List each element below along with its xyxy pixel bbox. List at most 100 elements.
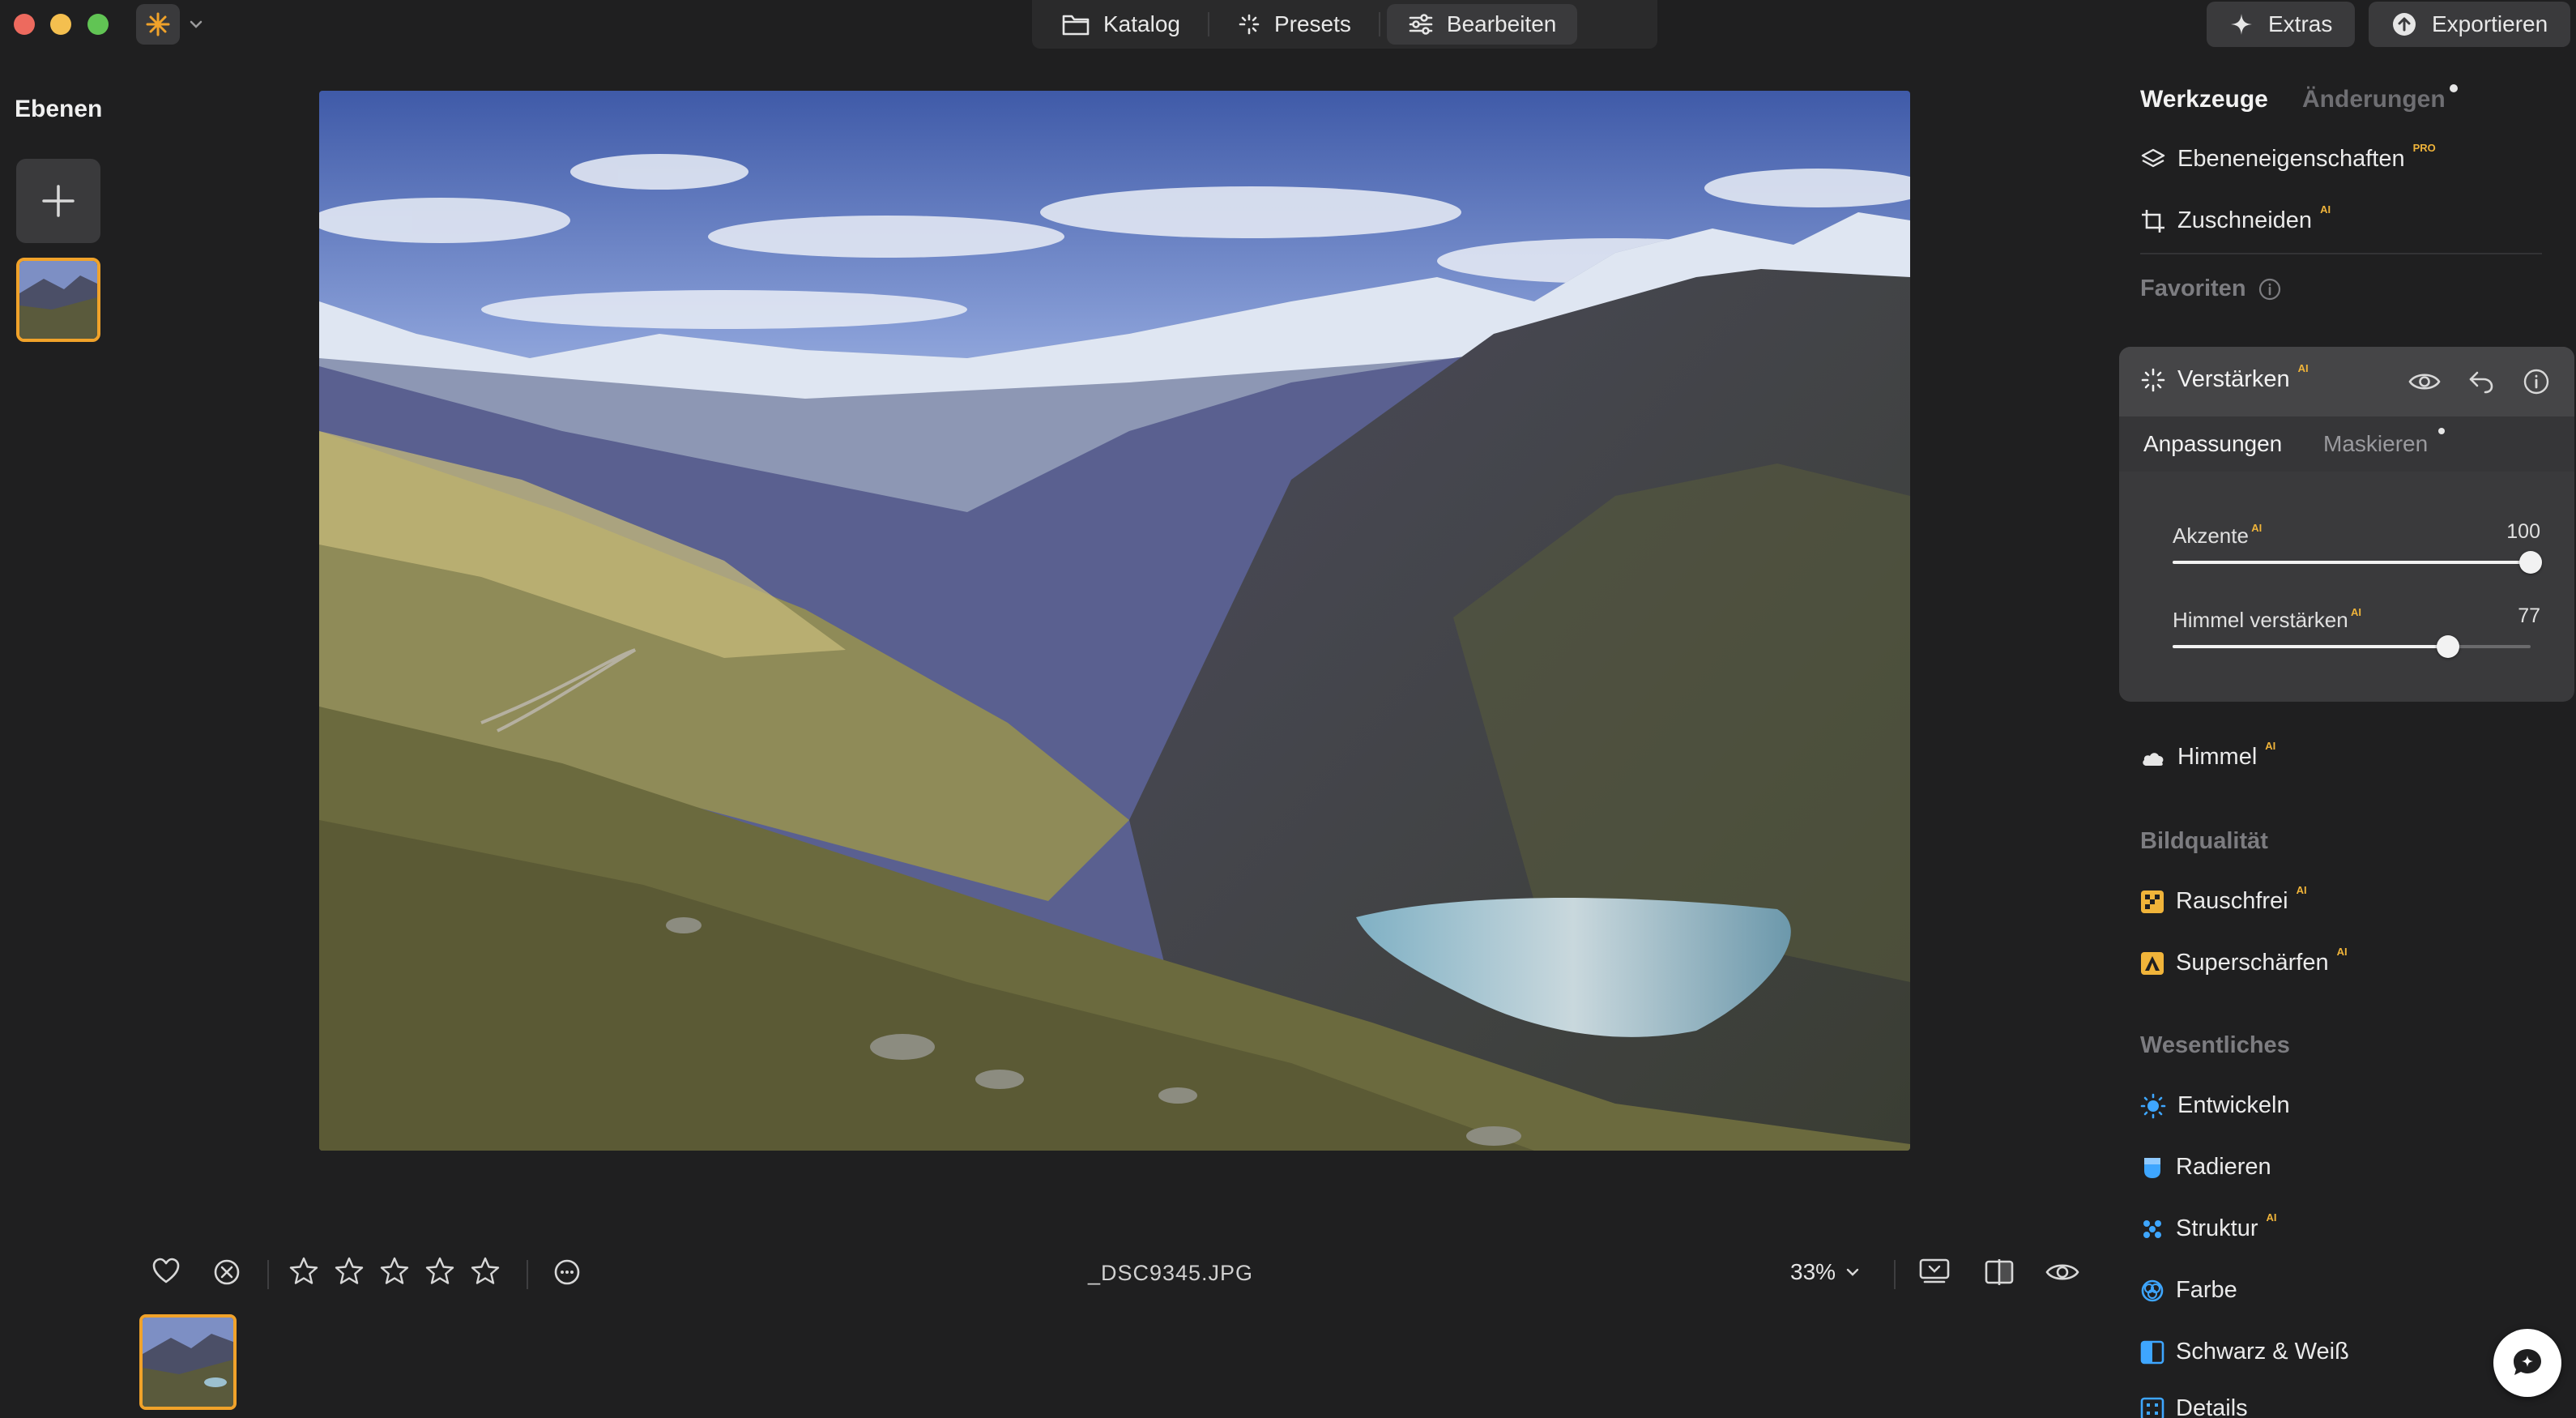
ai-badge: AI — [2336, 946, 2348, 958]
more-options-icon[interactable] — [552, 1258, 582, 1287]
chevron-down-icon — [1846, 1268, 1859, 1276]
tool-color[interactable]: Farbe — [2140, 1277, 2237, 1304]
star-rating[interactable] — [288, 1256, 501, 1287]
tool-noiseless[interactable]: Rauschfrei AI — [2140, 884, 2307, 915]
sparkle-icon — [1239, 14, 1260, 35]
favorites-section: Favoriten — [2140, 275, 2282, 302]
slider-sky-label: Himmel verstärken AI — [2173, 606, 2361, 632]
slider-sky-fill — [2173, 645, 2448, 648]
layer-thumbnail[interactable] — [16, 258, 100, 342]
minimize-window-button[interactable] — [50, 14, 71, 35]
toolbar-divider — [527, 1260, 528, 1289]
tool-layer-properties-label: Ebeneneigenschaften — [2177, 146, 2405, 172]
tool-sky[interactable]: Himmel AI — [2140, 740, 2275, 771]
pro-badge: PRO — [2412, 142, 2436, 154]
star-icon[interactable] — [424, 1256, 455, 1287]
tool-crop[interactable]: Zuschneiden AI — [2140, 203, 2331, 234]
sun-icon — [2140, 1093, 2166, 1118]
chat-support-button[interactable] — [2493, 1329, 2561, 1397]
slider-accents-handle[interactable] — [2519, 551, 2542, 574]
add-layer-button[interactable] — [16, 159, 100, 243]
mask-indicator-dot — [2438, 428, 2445, 434]
ai-badge: AI — [2350, 606, 2361, 618]
tool-erase-label: Radieren — [2176, 1154, 2271, 1180]
structure-icon — [2143, 1219, 2161, 1238]
tool-develop-label: Entwickeln — [2177, 1092, 2290, 1118]
enhance-subtabs: Anpassungen Maskieren — [2119, 416, 2574, 472]
tool-sky-label: Himmel — [2177, 744, 2258, 770]
black-white-icon — [2140, 1340, 2164, 1364]
zoom-dropdown[interactable]: 33% — [1790, 1259, 1860, 1285]
tab-edit-label: Bearbeiten — [1446, 11, 1557, 36]
upload-icon — [2393, 13, 2416, 36]
star-icon[interactable] — [470, 1256, 501, 1287]
tool-structure[interactable]: Struktur AI — [2140, 1211, 2277, 1242]
tool-details[interactable]: Details — [2140, 1395, 2248, 1418]
zoom-window-button[interactable] — [87, 14, 109, 35]
eraser-icon — [2144, 1157, 2160, 1178]
nav-divider — [1378, 12, 1380, 36]
sliders-icon — [1409, 14, 1433, 35]
star-icon[interactable] — [288, 1256, 319, 1287]
tool-crop-label: Zuschneiden — [2177, 207, 2313, 233]
chevron-down-icon[interactable] — [188, 16, 204, 32]
enhance-tool-header[interactable]: Verstärken AI — [2119, 347, 2574, 416]
eye-icon[interactable] — [2045, 1258, 2080, 1287]
star-icon[interactable] — [379, 1256, 410, 1287]
subtab-adjustments[interactable]: Anpassungen — [2143, 431, 2282, 457]
file-name: _DSC9345.JPG — [1087, 1261, 1254, 1285]
tab-changes[interactable]: Änderungen — [2302, 86, 2446, 113]
tool-noiseless-label: Rauschfrei — [2176, 888, 2288, 914]
tool-structure-label: Struktur — [2176, 1215, 2258, 1241]
reject-icon[interactable] — [212, 1258, 241, 1287]
export-button[interactable]: Exportieren — [2369, 2, 2571, 47]
changes-indicator-dot — [2450, 84, 2458, 92]
star-icon[interactable] — [334, 1256, 365, 1287]
heart-icon[interactable] — [151, 1256, 181, 1287]
toolbar-divider — [1894, 1260, 1896, 1289]
favorites-title: Favoriten — [2140, 275, 2246, 301]
zoom-value: 33% — [1790, 1259, 1836, 1284]
tool-layer-properties[interactable]: Ebeneneigenschaften PRO — [2140, 142, 2436, 173]
tool-details-label: Details — [2176, 1395, 2248, 1418]
enhance-title: Verstärken — [2177, 366, 2290, 392]
slider-sky-handle[interactable] — [2437, 635, 2459, 658]
slider-accents-value: 100 — [2506, 520, 2540, 543]
chat-icon — [2514, 1349, 2541, 1375]
tool-supersharp[interactable]: Superschärfen AI — [2140, 946, 2348, 976]
tool-erase[interactable]: Radieren — [2140, 1154, 2271, 1181]
close-window-button[interactable] — [14, 14, 35, 35]
tab-presets[interactable]: Presets — [1216, 4, 1372, 45]
nav-divider — [1207, 12, 1209, 36]
sun-burst-icon — [146, 12, 170, 36]
tool-black-white-label: Schwarz & Weiß — [2176, 1339, 2349, 1365]
layers-icon — [2141, 148, 2165, 167]
crop-icon — [2142, 209, 2164, 233]
extras-button[interactable]: Extras — [2207, 2, 2356, 47]
undo-icon[interactable] — [2467, 368, 2495, 395]
cloud-icon — [2143, 752, 2164, 766]
app-menu-button[interactable] — [136, 4, 180, 45]
info-icon[interactable] — [2523, 368, 2550, 395]
sparkle-star-icon — [2231, 14, 2252, 35]
section-image-quality: Bildqualität — [2140, 828, 2268, 854]
eye-icon[interactable] — [2408, 368, 2442, 395]
subtab-mask[interactable]: Maskieren — [2323, 431, 2428, 457]
ai-badge: AI — [2251, 522, 2263, 534]
filmstrip-toggle-icon[interactable] — [1918, 1258, 1951, 1287]
main-photo[interactable] — [319, 91, 1910, 1151]
tab-catalog[interactable]: Katalog — [1040, 4, 1201, 45]
folder-icon — [1062, 15, 1090, 36]
tab-edit[interactable]: Bearbeiten — [1386, 4, 1578, 45]
ai-badge: AI — [2265, 740, 2276, 752]
compare-icon[interactable] — [1983, 1258, 2015, 1287]
filmstrip-thumbnail[interactable] — [139, 1314, 237, 1410]
slider-sky-value: 77 — [2518, 604, 2540, 627]
ai-badge: AI — [2297, 362, 2309, 374]
tool-black-white[interactable]: Schwarz & Weiß — [2140, 1339, 2349, 1365]
toolbar-divider — [267, 1260, 269, 1289]
info-icon[interactable] — [2258, 277, 2282, 301]
tab-catalog-label: Katalog — [1103, 11, 1180, 36]
tab-tools[interactable]: Werkzeuge — [2140, 86, 2268, 113]
tool-develop[interactable]: Entwickeln — [2140, 1092, 2290, 1119]
